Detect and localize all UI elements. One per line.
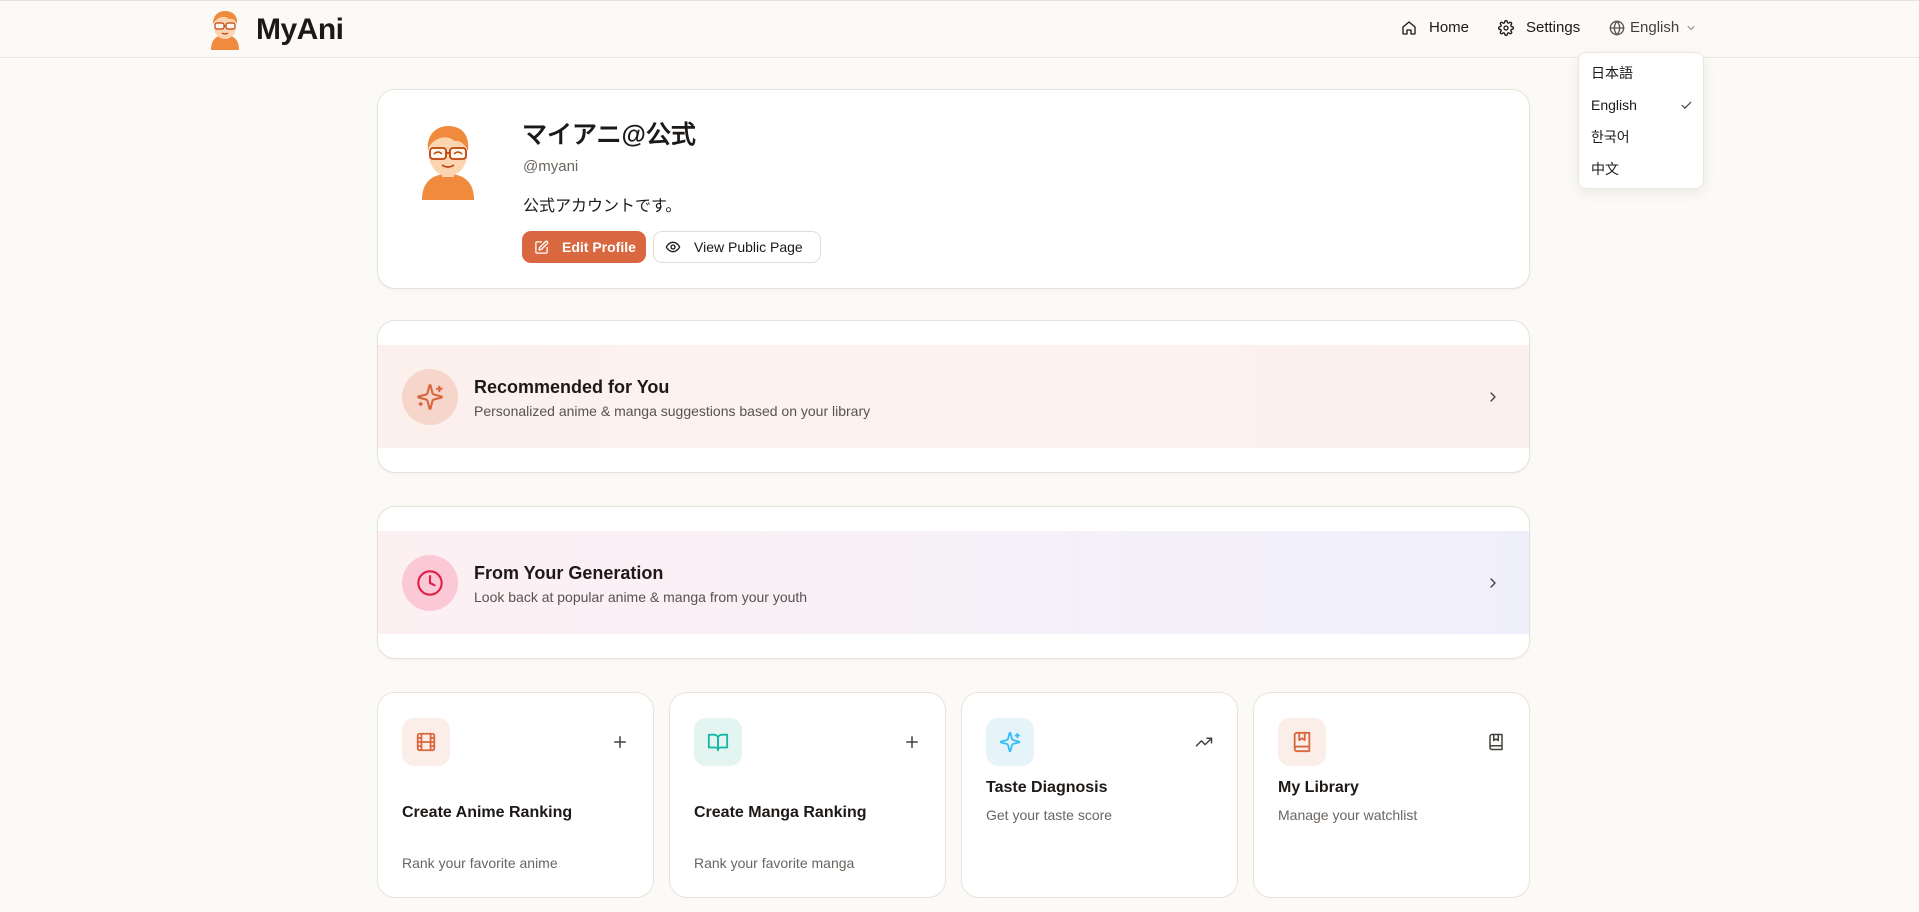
profile-handle: @myani — [523, 158, 579, 175]
sparkles-icon — [999, 731, 1021, 753]
check-icon — [1681, 101, 1692, 109]
bookmark-book-icon — [1293, 731, 1311, 753]
profile-card: マイアニ@公式 @myani 公式アカウントです。 Edit Profile V… — [377, 89, 1530, 289]
globe-icon — [1609, 20, 1625, 35]
tile-title: Taste Diagnosis — [986, 779, 1108, 796]
sparkles-icon-badge — [986, 718, 1034, 766]
language-selector-label: English — [1630, 19, 1680, 36]
film-icon — [416, 732, 436, 752]
edit-profile-label: Edit Profile — [562, 239, 636, 255]
book-open-icon-badge — [694, 718, 742, 766]
clock-icon — [417, 570, 443, 596]
home-icon — [1402, 20, 1416, 35]
myani-logo-icon — [211, 11, 239, 50]
create-manga-ranking-tile[interactable]: Create Manga Ranking Rank your favorite … — [669, 692, 946, 898]
recommended-title: Recommended for You — [474, 377, 670, 397]
plus-icon[interactable] — [903, 733, 921, 751]
view-public-page-label: View Public Page — [694, 239, 803, 255]
profile-bio: 公式アカウントです。 — [523, 198, 682, 215]
book-open-icon — [707, 733, 729, 752]
recommended-for-you-card[interactable]: Recommended for You Personalized anime &… — [377, 320, 1530, 473]
profile-name: マイアニ@公式 — [522, 121, 696, 149]
sparkles-icon — [417, 384, 443, 410]
library-icon-badge — [1278, 718, 1326, 766]
language-selector[interactable]: English — [1609, 19, 1697, 36]
recommended-banner: Recommended for You Personalized anime &… — [378, 345, 1529, 448]
taste-diagnosis-tile[interactable]: Taste Diagnosis Get your taste score — [961, 692, 1238, 898]
from-your-generation-card[interactable]: From Your Generation Look back at popula… — [377, 506, 1530, 659]
language-dropdown-menu: 日本語 English 한국어 中文 — [1578, 52, 1704, 189]
my-library-tile[interactable]: My Library Manage your watchlist — [1253, 692, 1530, 898]
generation-banner: From Your Generation Look back at popula… — [378, 531, 1529, 634]
recommended-subtitle: Personalized anime & manga suggestions b… — [474, 403, 871, 419]
nav-home-link[interactable]: Home — [1401, 19, 1469, 36]
bookmark-book-icon — [1489, 733, 1503, 751]
generation-title: From Your Generation — [474, 563, 664, 583]
edit-profile-button[interactable]: Edit Profile — [522, 231, 646, 263]
view-public-page-button[interactable]: View Public Page — [653, 231, 821, 263]
create-anime-ranking-tile[interactable]: Create Anime Ranking Rank your favorite … — [377, 692, 654, 898]
language-option-chinese[interactable]: 中文 — [1579, 155, 1703, 183]
language-option-english[interactable]: English — [1579, 91, 1703, 119]
tile-title: Create Manga Ranking — [694, 804, 867, 821]
eye-icon — [665, 241, 681, 253]
film-icon-badge — [402, 718, 450, 766]
gear-icon — [1498, 19, 1514, 36]
nav-settings-link[interactable]: Settings — [1498, 19, 1580, 36]
avatar — [422, 126, 474, 200]
app-name: MyAni — [256, 13, 344, 46]
top-navigation-bar: MyAni Home Settings English — [0, 0, 1919, 58]
language-option-english-label: English — [1591, 97, 1637, 113]
generation-subtitle: Look back at popular anime & manga from … — [474, 589, 808, 605]
language-option-korean[interactable]: 한국어 — [1579, 123, 1703, 151]
tile-subtitle: Manage your watchlist — [1278, 807, 1418, 823]
edit-icon — [535, 240, 549, 254]
generation-icon-badge — [402, 555, 458, 611]
plus-icon[interactable] — [611, 733, 629, 751]
tile-title: Create Anime Ranking — [402, 804, 573, 821]
trending-up-icon — [1195, 737, 1213, 747]
brand[interactable]: MyAni — [208, 10, 344, 50]
chevron-right-icon — [1490, 392, 1496, 402]
chevron-right-icon — [1490, 578, 1496, 588]
recommended-icon-badge — [402, 369, 458, 425]
nav-settings-label: Settings — [1526, 19, 1581, 36]
tile-subtitle: Get your taste score — [986, 807, 1113, 823]
chevron-down-icon — [1687, 25, 1695, 30]
nav-home-label: Home — [1429, 19, 1470, 36]
tile-title: My Library — [1278, 779, 1359, 796]
language-option-japanese[interactable]: 日本語 — [1579, 59, 1703, 87]
tile-subtitle: Rank your favorite anime — [402, 855, 558, 871]
tile-subtitle: Rank your favorite manga — [694, 855, 855, 871]
